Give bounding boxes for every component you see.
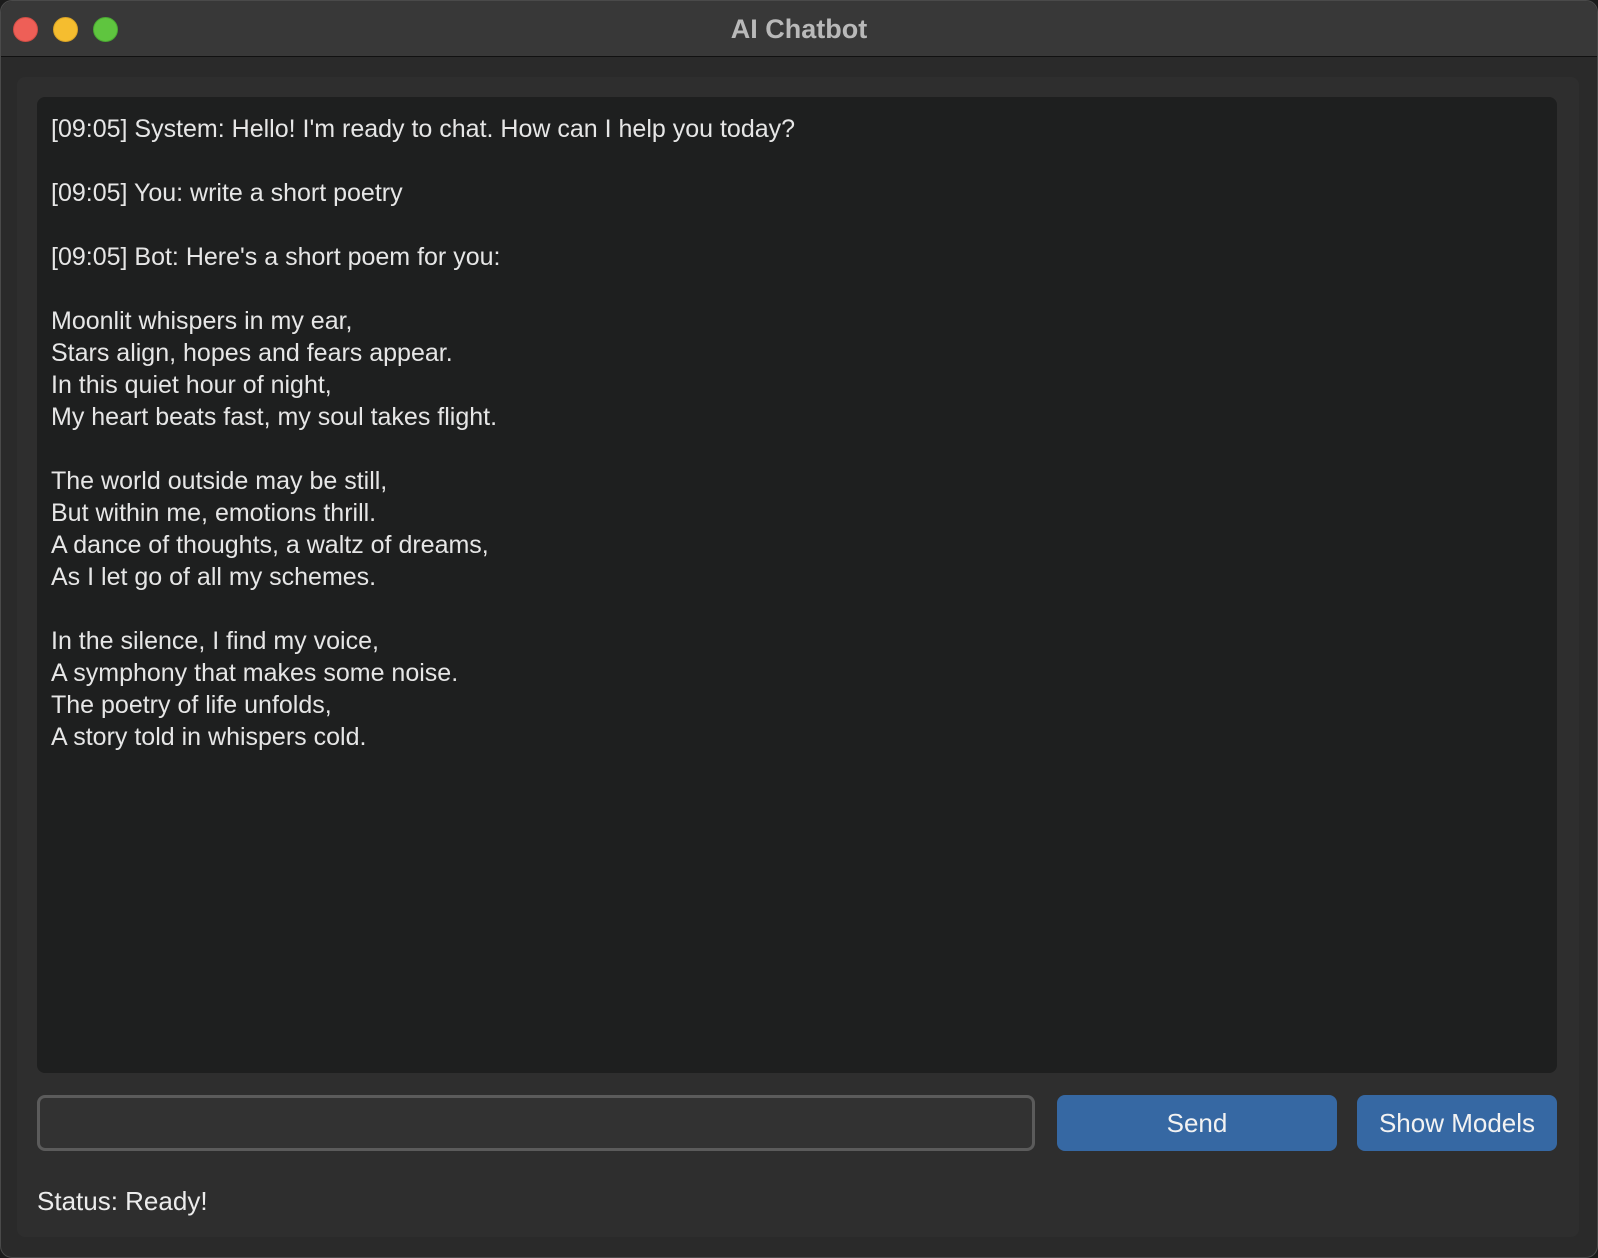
chat-line	[51, 145, 1543, 177]
window-title: AI Chatbot	[730, 14, 868, 44]
chat-line: Stars align, hopes and fears appear.	[51, 339, 453, 367]
chat-line: [09:05] System: Hello! I'm ready to chat…	[51, 115, 796, 143]
chat-line	[51, 273, 1543, 305]
chat-line: My heart beats fast, my soul takes fligh…	[51, 403, 498, 431]
chat-line: A dance of thoughts, a waltz of dreams,	[51, 531, 489, 559]
send-button[interactable]: Send	[1057, 1095, 1337, 1151]
chat-line: In this quiet hour of night,	[51, 371, 332, 399]
message-input[interactable]	[37, 1095, 1035, 1151]
chat-line	[51, 593, 1543, 625]
chat-line: But within me, emotions thrill.	[51, 499, 377, 527]
chat-line: A symphony that makes some noise.	[51, 659, 459, 687]
chat-transcript[interactable]: [09:05] System: Hello! I'm ready to chat…	[37, 97, 1557, 1073]
chat-line: The poetry of life unfolds,	[51, 691, 332, 719]
show-models-button[interactable]: Show Models	[1357, 1095, 1557, 1151]
app-window: AI Chatbot [09:05] System: Hello! I'm re…	[0, 0, 1598, 1258]
chat-line: In the silence, I find my voice,	[51, 627, 379, 655]
title-bar[interactable]: AI Chatbot	[1, 1, 1597, 57]
chat-line	[51, 209, 1543, 241]
chat-line	[51, 433, 1543, 465]
main-content: [09:05] System: Hello! I'm ready to chat…	[17, 77, 1579, 1237]
chat-line: [09:05] Bot: Here's a short poem for you…	[51, 243, 501, 271]
status-text: Status: Ready!	[37, 1186, 208, 1216]
chat-line: A story told in whispers cold.	[51, 723, 367, 751]
chat-line: Moonlit whispers in my ear,	[51, 307, 353, 335]
chat-line: The world outside may be still,	[51, 467, 388, 495]
chat-line: [09:05] You: write a short poetry	[51, 179, 403, 207]
chat-line: As I let go of all my schemes.	[51, 563, 377, 591]
